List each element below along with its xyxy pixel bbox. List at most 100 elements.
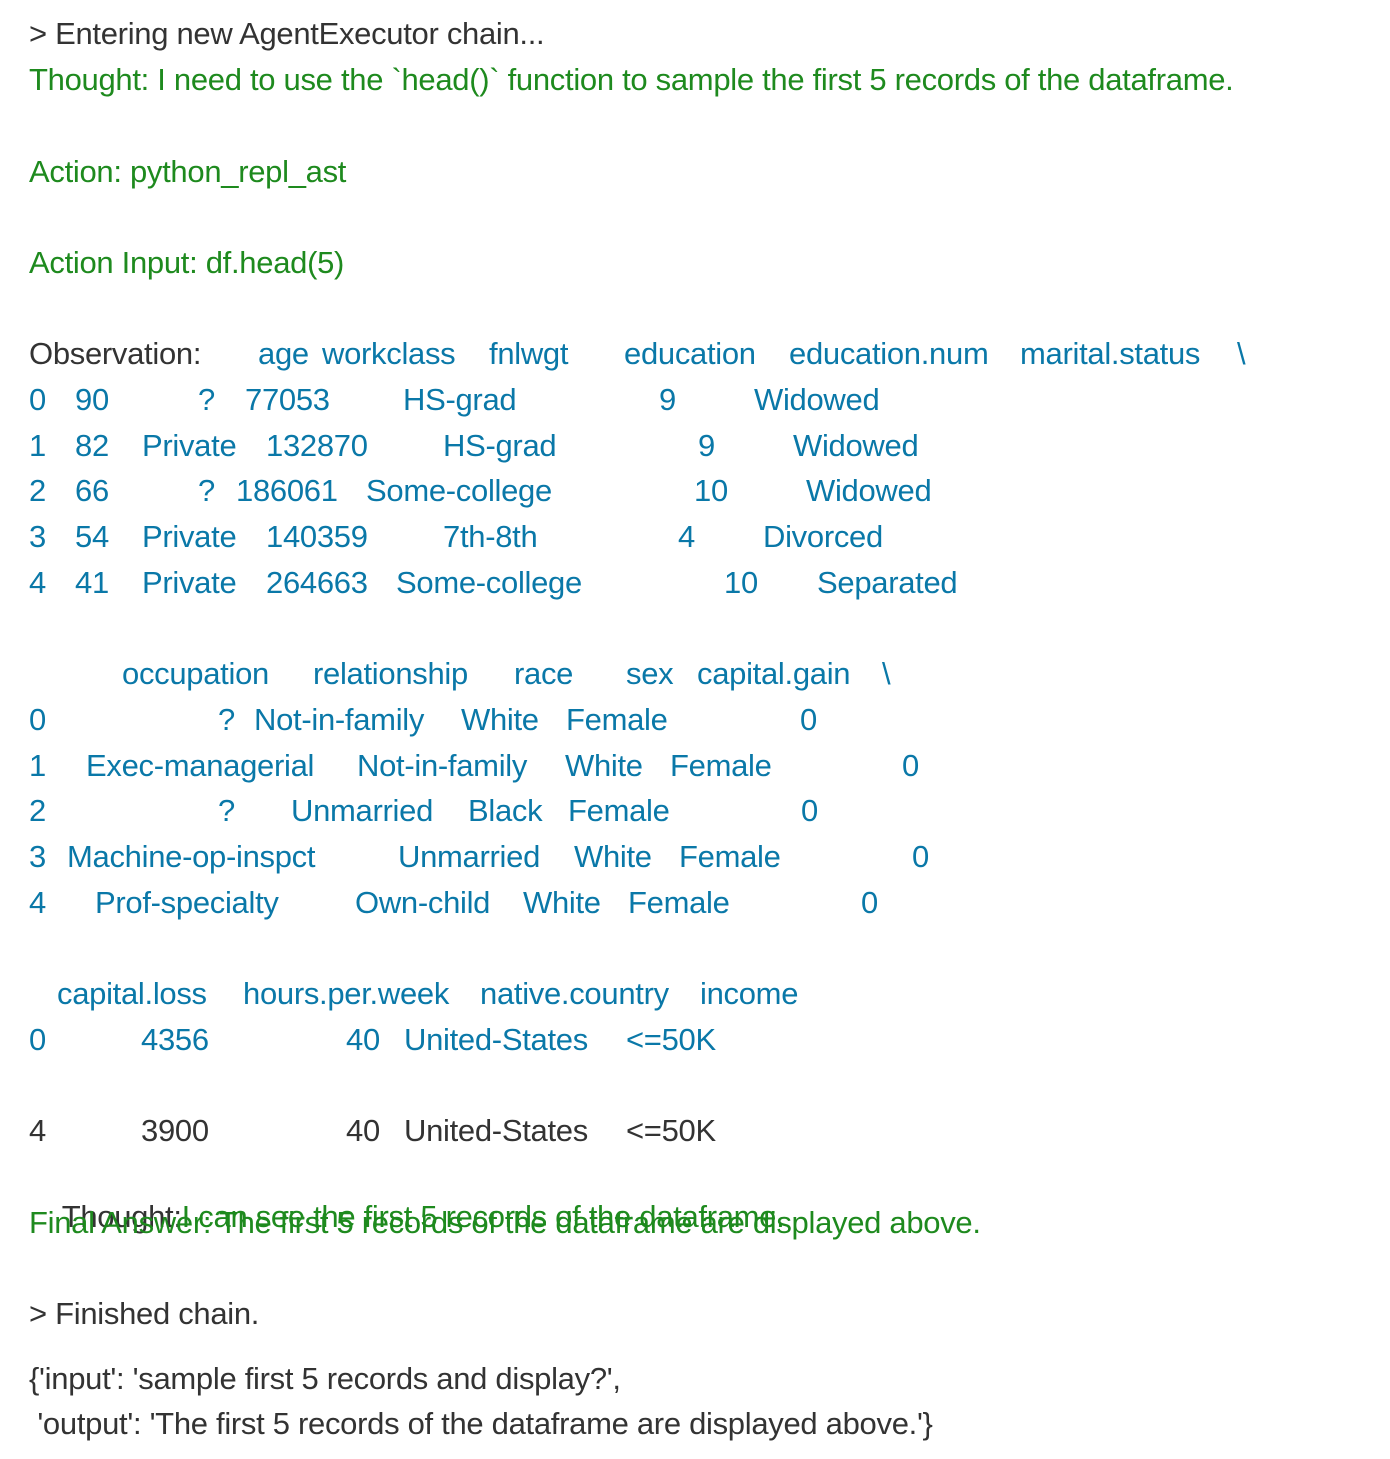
column-header: marital.status [1020,336,1201,371]
cell-capital-gain: 0 [800,702,817,737]
row-index: 4 [29,1113,46,1148]
line-continuation: \ [1237,336,1246,371]
table-header-row: Observation: age workclass fnlwgt educat… [0,334,1390,374]
cell-age: 66 [75,473,109,508]
action-input-line: Action Input: df.head(5) [29,245,345,280]
column-header: sex [626,656,674,691]
cell-fnlwgt: 264663 [266,565,368,600]
cell-education-num: 10 [694,473,728,508]
cell-capital-loss: 3900 [141,1113,209,1148]
column-header: education.num [789,336,989,371]
table-header-row: capital.loss hours.per.week native.count… [0,974,1390,1014]
column-header: workclass [322,336,456,371]
table-row: 0 90 ? 77053 HS-grad 9 Widowed [0,380,1390,420]
row-index: 0 [29,702,46,737]
result-dict-line-2: 'output': 'The first 5 records of the da… [29,1406,933,1441]
row-index: 1 [29,748,46,783]
table-row: 4 Prof-specialty Own-child White Female … [0,883,1390,923]
cell-education: HS-grad [443,428,557,463]
table-row: 4 41 Private 264663 Some-college 10 Sepa… [0,563,1390,603]
column-header: capital.gain [697,656,851,691]
column-header: age [258,336,309,371]
column-header: education [624,336,756,371]
cell-sex: Female [679,839,781,874]
row-index: 2 [29,473,46,508]
cell-capital-gain: 0 [861,885,878,920]
table-row: 1 82 Private 132870 HS-grad 9 Widowed [0,426,1390,466]
cell-fnlwgt: 77053 [245,382,330,417]
cell-capital-gain: 0 [801,793,818,828]
result-dict-line-1: {'input': 'sample first 5 records and di… [29,1361,621,1396]
cell-capital-gain: 0 [902,748,919,783]
table-row: 0 4356 40 United-States <=50K [0,1020,1390,1060]
cell-hours-per-week: 40 [346,1022,380,1057]
column-header: hours.per.week [243,976,450,1011]
cell-marital-status: Divorced [763,519,883,554]
cell-income: <=50K [626,1113,716,1148]
column-header: capital.loss [57,976,207,1011]
table-row: 3 Machine-op-inspct Unmarried White Fema… [0,837,1390,877]
entering-chain-line: > Entering new AgentExecutor chain... [29,16,545,51]
finished-chain-line: > Finished chain. [29,1296,260,1331]
cell-age: 90 [75,382,109,417]
table-row: 3 54 Private 140359 7th-8th 4 Divorced [0,517,1390,557]
table-row: 0 ? Not-in-family White Female 0 [0,700,1390,740]
cell-workclass: Private [142,519,237,554]
cell-relationship: Own-child [355,885,491,920]
cell-relationship: Not-in-family [254,702,425,737]
cell-marital-status: Widowed [806,473,932,508]
cell-relationship: Not-in-family [357,748,528,783]
cell-occupation: ? [218,793,235,828]
table-row: 4 3900 40 United-States <=50K [0,1111,1390,1151]
cell-age: 54 [75,519,109,554]
cell-race: White [574,839,652,874]
cell-fnlwgt: 132870 [266,428,368,463]
cell-occupation: ? [218,702,235,737]
table-header-row: occupation relationship race sex capital… [0,654,1390,694]
cell-workclass: ? [198,382,215,417]
cell-native-country: United-States [404,1022,588,1057]
final-answer-line: Final Answer: The first 5 records of the… [29,1205,981,1240]
cell-capital-loss: 4356 [141,1022,209,1057]
column-header: native.country [480,976,669,1011]
cell-workclass: Private [142,565,237,600]
cell-income: <=50K [626,1022,716,1057]
cell-marital-status: Widowed [793,428,919,463]
cell-age: 41 [75,565,109,600]
column-header: occupation [122,656,269,691]
cell-education: Some-college [366,473,552,508]
cell-marital-status: Separated [817,565,958,600]
cell-education-num: 9 [698,428,715,463]
cell-race: White [565,748,643,783]
cell-relationship: Unmarried [291,793,434,828]
cell-fnlwgt: 186061 [236,473,338,508]
row-index: 4 [29,565,46,600]
cell-education-num: 4 [678,519,695,554]
cell-sex: Female [670,748,772,783]
column-header: relationship [313,656,468,691]
row-index: 3 [29,519,46,554]
cell-occupation: Exec-managerial [86,748,315,783]
column-header: race [514,656,574,691]
cell-race: White [461,702,539,737]
row-index: 2 [29,793,46,828]
cell-education: Some-college [396,565,582,600]
action-line: Action: python_repl_ast [29,154,347,189]
cell-relationship: Unmarried [398,839,541,874]
table-row: 2 ? Unmarried Black Female 0 [0,791,1390,831]
table-row: 1 Exec-managerial Not-in-family White Fe… [0,746,1390,786]
cell-age: 82 [75,428,109,463]
cell-hours-per-week: 40 [346,1113,380,1148]
cell-native-country: United-States [404,1113,588,1148]
row-index: 4 [29,885,46,920]
cell-fnlwgt: 140359 [266,519,368,554]
cell-education: HS-grad [403,382,517,417]
cell-education-num: 9 [659,382,676,417]
row-index: 0 [29,1022,46,1057]
cell-race: White [523,885,601,920]
cell-workclass: Private [142,428,237,463]
column-header: fnlwgt [489,336,569,371]
cell-education-num: 10 [724,565,758,600]
column-header: income [700,976,799,1011]
observation-label: Observation: [29,336,202,371]
